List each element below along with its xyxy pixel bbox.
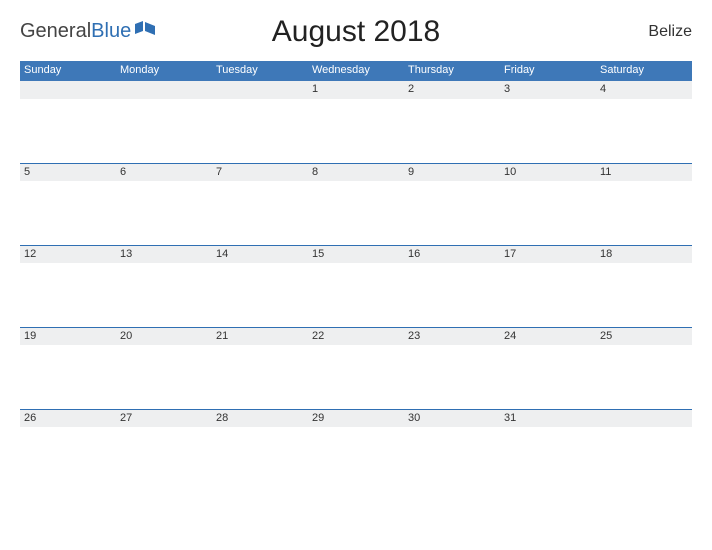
date-cell: 6 (116, 163, 212, 181)
day-body (308, 427, 404, 485)
day-body (596, 345, 692, 409)
day-body (212, 181, 308, 245)
calendar-title: August 2018 (272, 15, 440, 49)
date-cell: 20 (116, 327, 212, 345)
day-body (116, 181, 212, 245)
date-cell: 18 (596, 245, 692, 263)
weekday-header: Sunday (20, 61, 116, 81)
weekday-header: Thursday (404, 61, 500, 81)
calendar-grid: 1 2 3 4 5 6 7 8 9 10 11 12 13 14 15 16 1… (20, 81, 692, 485)
day-body (308, 99, 404, 163)
date-cell: 5 (20, 163, 116, 181)
date-cell: 1 (308, 81, 404, 99)
day-body (500, 181, 596, 245)
brand-logo: GeneralBlue (20, 20, 157, 43)
date-cell (116, 81, 212, 99)
date-cell: 14 (212, 245, 308, 263)
day-body (116, 99, 212, 163)
weekday-header: Tuesday (212, 61, 308, 81)
date-cell: 12 (20, 245, 116, 263)
date-cell: 8 (308, 163, 404, 181)
day-body (596, 99, 692, 163)
date-cell (212, 81, 308, 99)
date-cell: 19 (20, 327, 116, 345)
day-body (20, 263, 116, 327)
date-cell: 16 (404, 245, 500, 263)
day-body (20, 99, 116, 163)
date-cell: 7 (212, 163, 308, 181)
day-body (404, 99, 500, 163)
date-cell: 28 (212, 409, 308, 427)
date-cell: 4 (596, 81, 692, 99)
date-cell: 2 (404, 81, 500, 99)
day-body (500, 263, 596, 327)
day-body (212, 345, 308, 409)
weekday-header: Wednesday (308, 61, 404, 81)
brand-part1: General (20, 20, 91, 43)
day-body (404, 427, 500, 485)
date-cell (20, 81, 116, 99)
weekday-header-row: Sunday Monday Tuesday Wednesday Thursday… (20, 61, 692, 81)
day-body (308, 263, 404, 327)
date-cell: 27 (116, 409, 212, 427)
day-body (596, 181, 692, 245)
day-body (20, 345, 116, 409)
logo-flag-icon (135, 20, 157, 43)
calendar-header: GeneralBlue August 2018 Belize (20, 20, 692, 43)
date-cell: 13 (116, 245, 212, 263)
date-cell: 3 (500, 81, 596, 99)
date-cell: 11 (596, 163, 692, 181)
day-body (116, 427, 212, 485)
date-cell: 30 (404, 409, 500, 427)
day-body (212, 427, 308, 485)
day-body (596, 263, 692, 327)
day-body (404, 345, 500, 409)
weekday-header: Friday (500, 61, 596, 81)
day-body (116, 345, 212, 409)
day-body (404, 181, 500, 245)
date-cell: 29 (308, 409, 404, 427)
date-cell: 21 (212, 327, 308, 345)
day-body (308, 345, 404, 409)
weekday-header: Saturday (596, 61, 692, 81)
brand-part2: Blue (91, 20, 131, 43)
day-body (20, 427, 116, 485)
date-cell (596, 409, 692, 427)
date-cell: 26 (20, 409, 116, 427)
day-body (116, 263, 212, 327)
day-body (20, 181, 116, 245)
date-cell: 15 (308, 245, 404, 263)
region-label: Belize (648, 23, 692, 41)
weekday-header: Monday (116, 61, 212, 81)
day-body (500, 427, 596, 485)
date-cell: 10 (500, 163, 596, 181)
date-cell: 25 (596, 327, 692, 345)
day-body (404, 263, 500, 327)
date-cell: 24 (500, 327, 596, 345)
date-cell: 22 (308, 327, 404, 345)
date-cell: 17 (500, 245, 596, 263)
day-body (500, 99, 596, 163)
day-body (212, 99, 308, 163)
day-body (212, 263, 308, 327)
day-body (308, 181, 404, 245)
date-cell: 31 (500, 409, 596, 427)
date-cell: 23 (404, 327, 500, 345)
day-body (596, 427, 692, 485)
day-body (500, 345, 596, 409)
date-cell: 9 (404, 163, 500, 181)
